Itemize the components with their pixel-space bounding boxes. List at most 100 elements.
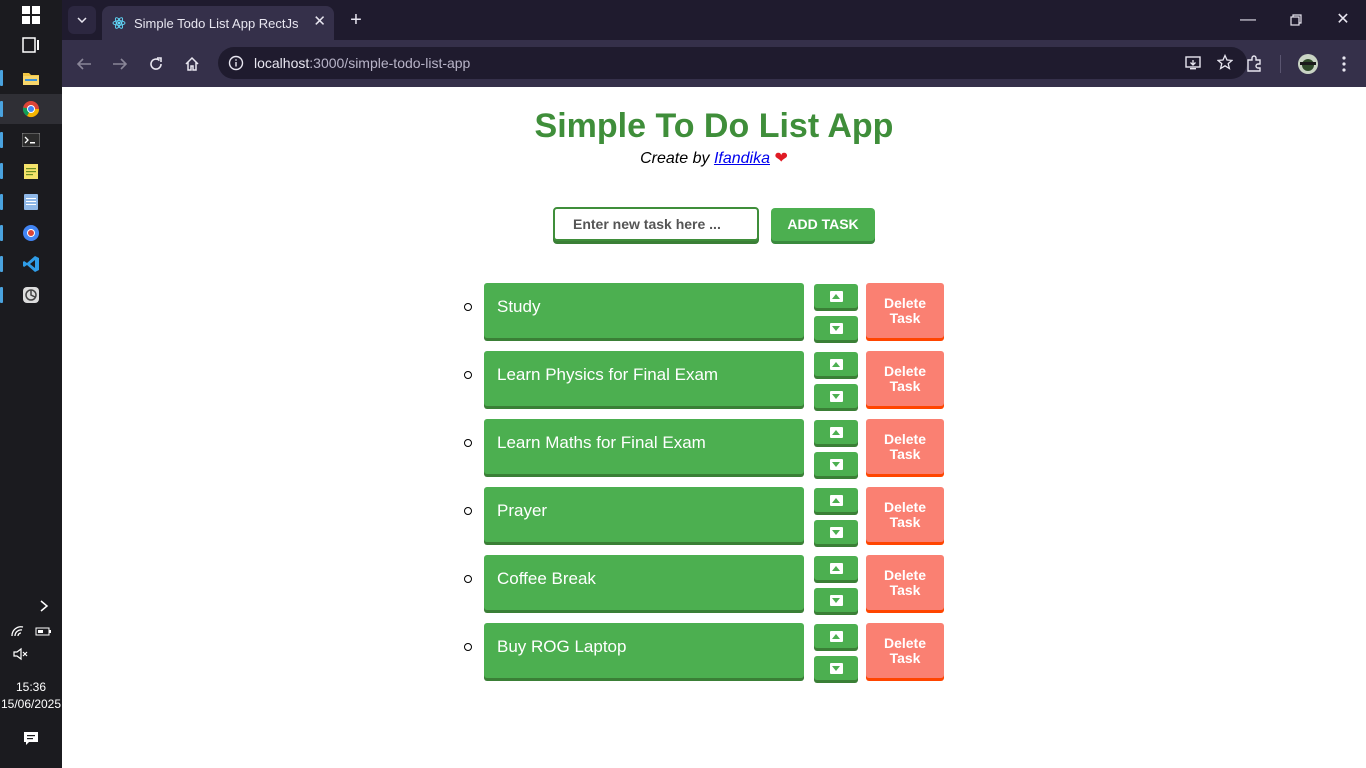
notification-icon[interactable] bbox=[0, 724, 62, 754]
arrow-down-icon bbox=[829, 322, 843, 334]
restore-icon[interactable] bbox=[1284, 8, 1308, 34]
toolbar-divider bbox=[1280, 55, 1281, 73]
taskbar-time[interactable]: 15:36 bbox=[0, 680, 62, 694]
move-up-button[interactable] bbox=[814, 352, 858, 376]
delete-task-button[interactable]: Delete Task bbox=[866, 419, 944, 474]
list-bullet bbox=[464, 303, 472, 311]
task-row: Prayer Delete Task bbox=[62, 487, 1366, 545]
task-view-icon[interactable] bbox=[0, 30, 62, 60]
url-path: :3000/simple-todo-list-app bbox=[309, 55, 471, 71]
task-text[interactable]: Coffee Break bbox=[484, 555, 804, 610]
task-text[interactable]: Buy ROG Laptop bbox=[484, 623, 804, 678]
task-text[interactable]: Study bbox=[484, 283, 804, 338]
arrow-up-icon bbox=[829, 426, 843, 438]
arrow-down-icon bbox=[829, 662, 843, 674]
notes-app-icon[interactable] bbox=[0, 187, 62, 217]
web-page: Simple To Do List App Create by Ifandika… bbox=[62, 87, 1366, 768]
move-down-button[interactable] bbox=[814, 384, 858, 408]
arrow-up-icon bbox=[829, 290, 843, 302]
list-bullet bbox=[464, 575, 472, 583]
notepad-icon[interactable] bbox=[0, 156, 62, 186]
arrow-down-icon bbox=[829, 526, 843, 538]
tab-title: Simple Todo List App RectJs bbox=[134, 15, 299, 31]
taskbar-date[interactable]: 15/06/2025 bbox=[0, 697, 62, 711]
browser-toolbar: localhost:3000/simple-todo-list-app bbox=[62, 40, 1366, 87]
task-text[interactable]: Prayer bbox=[484, 487, 804, 542]
minimize-icon[interactable]: — bbox=[1236, 8, 1260, 32]
delete-task-button[interactable]: Delete Task bbox=[866, 487, 944, 542]
address-bar[interactable]: localhost:3000/simple-todo-list-app bbox=[218, 47, 1247, 79]
delete-task-label: Delete Task bbox=[883, 634, 927, 666]
move-up-button[interactable] bbox=[814, 624, 858, 648]
speaker-muted-icon[interactable] bbox=[0, 639, 62, 669]
site-info-icon[interactable] bbox=[228, 55, 244, 76]
arrow-down-icon bbox=[829, 458, 843, 470]
install-app-icon[interactable] bbox=[1185, 55, 1201, 76]
move-down-button[interactable] bbox=[814, 452, 858, 476]
delete-task-label: Delete Task bbox=[883, 294, 927, 326]
url-host: localhost bbox=[254, 55, 310, 71]
arrow-up-icon bbox=[829, 630, 843, 642]
task-row: Coffee Break Delete Task bbox=[62, 555, 1366, 613]
browser-tab[interactable]: Simple Todo List App RectJs ✕ bbox=[102, 6, 334, 40]
close-window-icon[interactable]: ✕ bbox=[1331, 8, 1355, 32]
file-explorer-icon[interactable] bbox=[0, 63, 62, 93]
tab-close-icon[interactable]: ✕ bbox=[313, 14, 326, 30]
move-down-button[interactable] bbox=[814, 316, 858, 340]
profile-avatar[interactable] bbox=[1296, 52, 1320, 76]
move-up-button[interactable] bbox=[814, 556, 858, 580]
tab-search-button[interactable] bbox=[68, 6, 96, 34]
author-line: Create by Ifandika ❤ bbox=[62, 148, 1366, 168]
windows-start-icon[interactable] bbox=[0, 0, 62, 30]
app-icon[interactable] bbox=[0, 280, 62, 310]
reload-icon[interactable] bbox=[144, 52, 168, 76]
react-icon bbox=[112, 16, 126, 30]
heart-icon: ❤ bbox=[774, 150, 788, 167]
new-tab-icon[interactable]: + bbox=[344, 8, 368, 32]
task-text[interactable]: Learn Physics for Final Exam bbox=[484, 351, 804, 406]
list-bullet bbox=[464, 643, 472, 651]
bookmark-star-icon[interactable] bbox=[1216, 53, 1234, 75]
task-row: Learn Maths for Final Exam Delete Task bbox=[62, 419, 1366, 477]
arrow-up-icon bbox=[829, 494, 843, 506]
delete-task-button[interactable]: Delete Task bbox=[866, 555, 944, 610]
chrome-alt-icon[interactable] bbox=[0, 218, 62, 248]
chevron-down-icon bbox=[77, 17, 87, 23]
move-down-button[interactable] bbox=[814, 656, 858, 680]
new-task-input[interactable] bbox=[553, 207, 759, 241]
task-row: Learn Physics for Final Exam Delete Task bbox=[62, 351, 1366, 409]
arrow-down-icon bbox=[829, 390, 843, 402]
move-up-button[interactable] bbox=[814, 488, 858, 512]
task-text[interactable]: Learn Maths for Final Exam bbox=[484, 419, 804, 474]
move-down-button[interactable] bbox=[814, 588, 858, 612]
delete-task-label: Delete Task bbox=[883, 430, 927, 462]
vscode-icon[interactable] bbox=[0, 249, 62, 279]
list-bullet bbox=[464, 507, 472, 515]
terminal-icon[interactable] bbox=[0, 125, 62, 155]
delete-task-button[interactable]: Delete Task bbox=[866, 351, 944, 406]
move-down-button[interactable] bbox=[814, 520, 858, 544]
task-row: Study Delete Task bbox=[62, 283, 1366, 341]
move-up-button[interactable] bbox=[814, 420, 858, 444]
delete-task-label: Delete Task bbox=[883, 566, 927, 598]
page-title: Simple To Do List App bbox=[534, 107, 894, 145]
list-bullet bbox=[464, 439, 472, 447]
arrow-up-icon bbox=[829, 358, 843, 370]
task-row: Buy ROG Laptop Delete Task bbox=[62, 623, 1366, 681]
arrow-down-icon bbox=[829, 594, 843, 606]
browser-tab-bar: Simple Todo List App RectJs ✕ + — ✕ bbox=[62, 0, 1366, 40]
menu-kebab-icon[interactable] bbox=[1332, 52, 1356, 76]
windows-taskbar: 15:36 15/06/2025 bbox=[0, 0, 62, 768]
back-icon[interactable] bbox=[72, 52, 96, 76]
delete-task-button[interactable]: Delete Task bbox=[866, 623, 944, 678]
extensions-icon[interactable] bbox=[1242, 52, 1266, 76]
forward-icon[interactable] bbox=[108, 52, 132, 76]
move-up-button[interactable] bbox=[814, 284, 858, 308]
author-link[interactable]: Ifandika bbox=[714, 150, 770, 167]
delete-task-label: Delete Task bbox=[883, 362, 927, 394]
home-icon[interactable] bbox=[180, 52, 204, 76]
url-text: localhost:3000/simple-todo-list-app bbox=[254, 55, 470, 71]
delete-task-button[interactable]: Delete Task bbox=[866, 283, 944, 338]
add-task-button[interactable]: ADD TASK bbox=[771, 208, 875, 241]
chrome-taskbar-icon[interactable] bbox=[0, 94, 62, 124]
